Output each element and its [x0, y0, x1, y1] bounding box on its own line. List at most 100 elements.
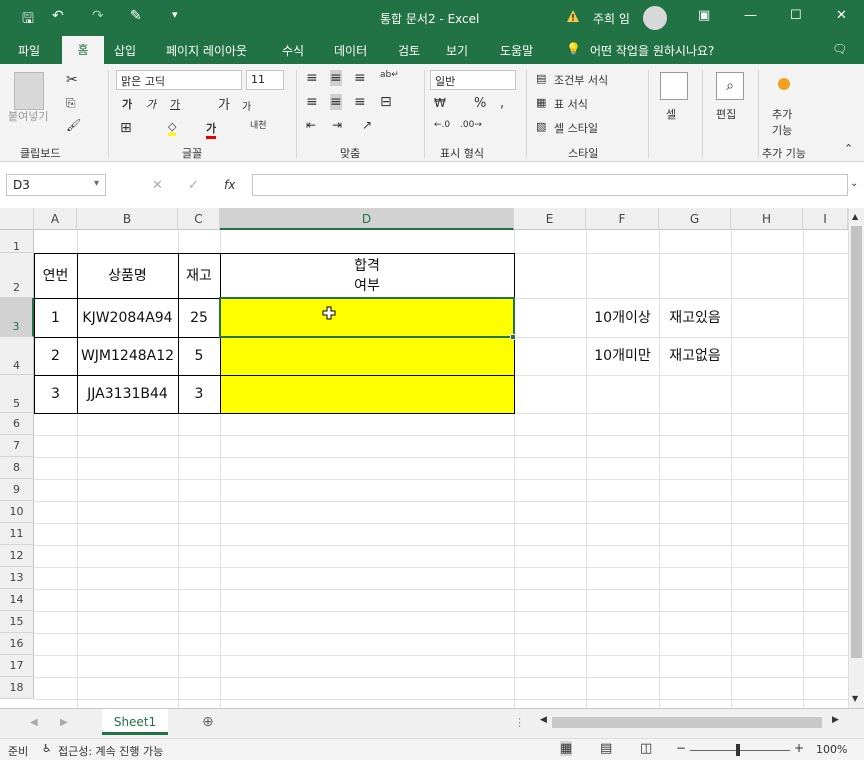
- align-middle-icon[interactable]: ≡: [330, 70, 342, 86]
- cell-a2[interactable]: 연번: [34, 254, 77, 298]
- zoom-level[interactable]: 100%: [816, 743, 847, 756]
- expand-formula-icon[interactable]: ⌄: [850, 178, 858, 189]
- conditional-format-button[interactable]: 조건부 서식: [554, 72, 608, 88]
- ribbon-display-icon[interactable]: ▣: [698, 8, 710, 23]
- row-header[interactable]: 9: [0, 479, 34, 501]
- column-header[interactable]: B: [77, 208, 178, 230]
- row-header[interactable]: 10: [0, 501, 34, 523]
- align-bottom-icon[interactable]: ≡: [354, 70, 366, 86]
- scroll-left-icon[interactable]: ◀: [540, 715, 547, 725]
- cell-b5[interactable]: JJA3131B44: [77, 375, 178, 413]
- row-header[interactable]: 16: [0, 633, 34, 655]
- cell-style-button[interactable]: 셀 스타일: [554, 120, 598, 136]
- cell-c3[interactable]: 25: [178, 298, 220, 337]
- accessibility-status[interactable]: 접근성: 계속 진행 가능: [58, 743, 163, 759]
- maximize-icon[interactable]: ☐: [790, 8, 802, 23]
- cell-b2[interactable]: 상품명: [77, 254, 178, 298]
- name-box[interactable]: D3: [6, 174, 106, 196]
- row-header[interactable]: 1: [0, 230, 34, 253]
- row-header[interactable]: 15: [0, 611, 34, 633]
- row-header[interactable]: 14: [0, 589, 34, 611]
- vertical-scroll-thumb[interactable]: [851, 226, 862, 658]
- column-header[interactable]: A: [34, 208, 77, 230]
- tab-formulas[interactable]: 수식: [282, 42, 304, 59]
- cell-c2[interactable]: 재고: [178, 254, 220, 298]
- tab-review[interactable]: 검토: [398, 42, 420, 59]
- column-header[interactable]: H: [731, 208, 803, 230]
- tab-view[interactable]: 보기: [446, 42, 468, 59]
- scroll-down-icon[interactable]: ▼: [852, 694, 858, 703]
- add-ins-button-line2[interactable]: 기능: [772, 122, 792, 138]
- align-left-icon[interactable]: ≡: [306, 94, 318, 110]
- add-sheet-icon[interactable]: ⊕: [202, 714, 214, 730]
- select-all-corner[interactable]: [0, 208, 34, 230]
- tab-home[interactable]: 홈: [62, 36, 104, 64]
- minimize-icon[interactable]: —: [744, 8, 757, 23]
- horizontal-scroll-thumb[interactable]: [552, 717, 822, 728]
- cell-b3[interactable]: KJW2084A94: [77, 298, 178, 337]
- tab-data[interactable]: 데이터: [334, 42, 367, 59]
- row-header[interactable]: 5: [0, 375, 34, 413]
- cell-g3[interactable]: 재고있음: [659, 298, 731, 337]
- column-header[interactable]: D: [220, 208, 514, 230]
- row-header[interactable]: 17: [0, 655, 34, 677]
- align-center-icon[interactable]: ≡: [330, 94, 342, 110]
- row-header[interactable]: 7: [0, 435, 34, 457]
- cell-f4[interactable]: 10개미만: [586, 337, 659, 375]
- paste-icon[interactable]: [14, 72, 44, 110]
- row-header[interactable]: 4: [0, 337, 34, 375]
- paste-button[interactable]: 붙여넣기: [8, 108, 48, 124]
- row-header[interactable]: 8: [0, 457, 34, 479]
- increase-decimal-icon[interactable]: ←.0: [434, 120, 450, 130]
- split-handle-icon[interactable]: ⋮: [514, 716, 525, 729]
- row-header[interactable]: 3: [0, 298, 34, 337]
- cell-c5[interactable]: 3: [178, 375, 220, 413]
- row-header[interactable]: 6: [0, 413, 34, 435]
- comments-icon[interactable]: 🗨: [832, 42, 847, 56]
- number-format-select[interactable]: 일반: [430, 70, 516, 90]
- user-name[interactable]: 주희 임: [593, 10, 630, 27]
- zoom-out-icon[interactable]: −: [676, 741, 686, 755]
- tab-page-layout[interactable]: 페이지 레이아웃: [166, 42, 247, 59]
- fill-handle[interactable]: [510, 334, 516, 340]
- cell-a5[interactable]: 3: [34, 375, 77, 413]
- sheet-tab-sheet1[interactable]: Sheet1: [102, 709, 168, 735]
- add-ins-button-line1[interactable]: 추가: [772, 106, 792, 122]
- tab-help[interactable]: 도움말: [500, 42, 533, 59]
- cell-a4[interactable]: 2: [34, 337, 77, 375]
- row-header[interactable]: 12: [0, 545, 34, 567]
- row-header[interactable]: 11: [0, 523, 34, 545]
- copy-icon[interactable]: ⎘: [66, 96, 76, 111]
- borders-icon[interactable]: ⊞: [120, 120, 132, 136]
- formula-input[interactable]: [252, 174, 848, 196]
- avatar[interactable]: [643, 6, 667, 30]
- insert-function-icon[interactable]: fx: [224, 178, 235, 192]
- editing-button[interactable]: 편집: [716, 106, 736, 122]
- worksheet-grid[interactable]: A B C D E F G H I 1 2 3 4 5 6 7 8 9 10 1…: [0, 208, 848, 708]
- close-icon[interactable]: ✕: [836, 8, 847, 23]
- decrease-decimal-icon[interactable]: .00→: [460, 120, 482, 130]
- bold-icon[interactable]: 가: [122, 96, 132, 112]
- tab-insert[interactable]: 삽입: [114, 42, 136, 59]
- cells-button[interactable]: 셀: [666, 106, 676, 122]
- save-icon[interactable]: 🖫: [22, 8, 34, 32]
- redo-icon[interactable]: ↷: [92, 8, 104, 24]
- percent-icon[interactable]: %: [474, 96, 486, 111]
- cell-b4[interactable]: WJM1248A12: [77, 337, 178, 375]
- prev-sheet-icon[interactable]: ◀: [30, 717, 38, 728]
- column-header[interactable]: C: [178, 208, 220, 230]
- zoom-slider-thumb[interactable]: [736, 744, 740, 756]
- italic-icon[interactable]: 가: [146, 96, 156, 112]
- confirm-entry-icon[interactable]: ✓: [188, 178, 199, 193]
- font-shrink-icon[interactable]: 가: [242, 98, 251, 113]
- active-cell-selection[interactable]: [219, 297, 515, 338]
- font-name-select[interactable]: 맑은 고딕: [116, 70, 242, 90]
- scroll-right-icon[interactable]: ▶: [832, 715, 839, 725]
- cell-a3[interactable]: 1: [34, 298, 77, 337]
- customize-qa-icon[interactable]: ▾: [172, 8, 178, 21]
- font-color-icon[interactable]: 가: [206, 120, 217, 139]
- align-right-icon[interactable]: ≡: [354, 94, 366, 110]
- indent-increase-icon[interactable]: ⇥: [332, 118, 342, 132]
- table-format-button[interactable]: 표 서식: [554, 96, 588, 112]
- collapse-ribbon-icon[interactable]: ⌃: [844, 142, 853, 155]
